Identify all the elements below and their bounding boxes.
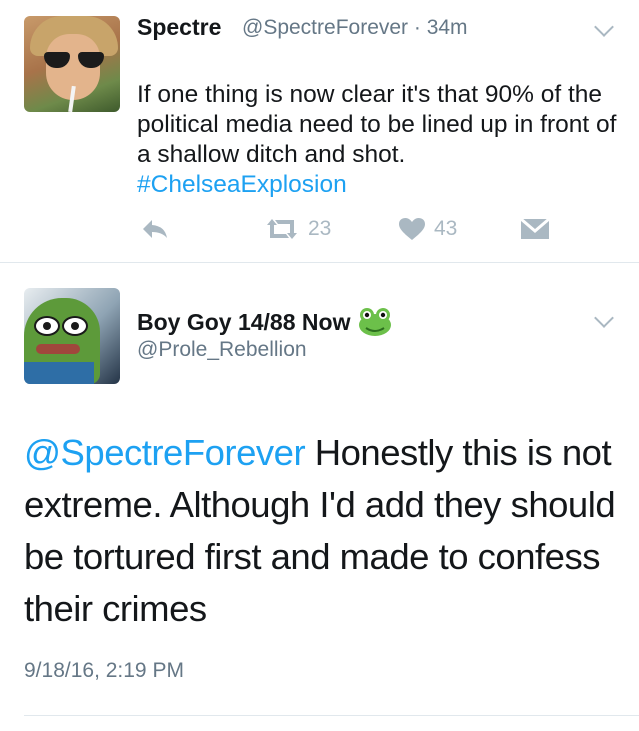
avatar-eye — [62, 316, 88, 336]
display-name-row[interactable]: Boy Goy 14/88 Now — [137, 307, 392, 337]
frog-emoji-icon — [359, 308, 392, 336]
like-button[interactable]: 43 — [398, 212, 457, 246]
avatar-shirt — [24, 362, 94, 384]
divider — [24, 715, 639, 716]
direct-message-button[interactable] — [520, 212, 550, 246]
tweet-card[interactable]: Spectre @SpectreForever · 34m If one thi… — [0, 0, 639, 263]
timestamp[interactable]: 9/18/16, 2:19 PM — [24, 659, 184, 683]
chevron-down-icon[interactable] — [594, 308, 614, 328]
display-name[interactable]: Spectre — [137, 14, 221, 41]
like-count: 43 — [434, 217, 458, 240]
avatar[interactable] — [24, 288, 120, 384]
reply-icon — [143, 220, 167, 238]
handle-and-time[interactable]: @SpectreForever · 34m — [242, 16, 468, 40]
avatar[interactable] — [24, 16, 120, 112]
action-bar: 23 43 — [0, 212, 639, 246]
avatar-mouth — [36, 344, 80, 354]
heart-icon — [399, 218, 425, 240]
tweet-text: @SpectreForever Honestly this is not ext… — [24, 427, 624, 635]
hashtag-link[interactable]: #ChelseaExplosion — [137, 171, 347, 198]
reply-button[interactable] — [140, 212, 170, 246]
chevron-down-icon[interactable] — [594, 17, 614, 37]
retweet-icon — [267, 219, 297, 239]
retweet-button[interactable]: 23 — [264, 212, 331, 246]
message-icon — [520, 217, 550, 239]
tweet-text: If one thing is now clear it's that 90% … — [137, 50, 617, 200]
display-name[interactable]: Boy Goy 14/88 Now — [137, 309, 350, 336]
avatar-sunglasses — [44, 52, 104, 68]
tweet-detail[interactable]: Boy Goy 14/88 Now @Prole_Rebellion @Spec… — [0, 263, 639, 731]
retweet-count: 23 — [308, 217, 332, 240]
tweet-body: If one thing is now clear it's that 90% … — [137, 81, 617, 168]
avatar-eye — [34, 316, 60, 336]
mention-link[interactable]: @SpectreForever — [24, 432, 306, 473]
handle[interactable]: @Prole_Rebellion — [137, 338, 307, 362]
